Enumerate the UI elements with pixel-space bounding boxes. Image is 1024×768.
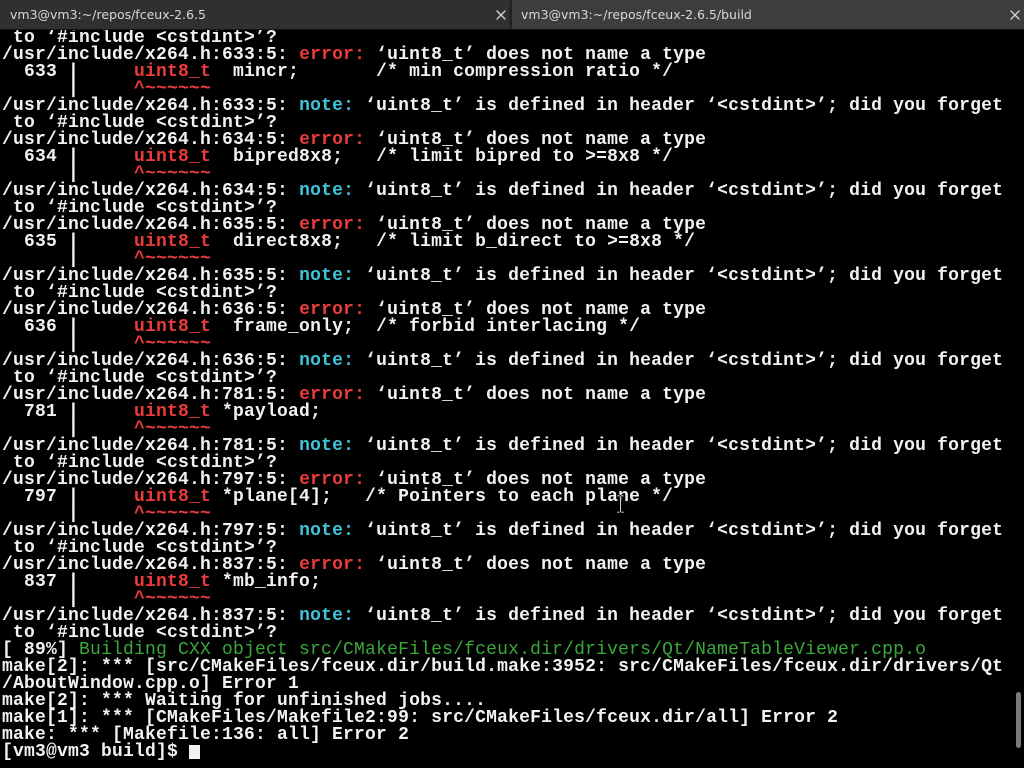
output-text: ‘uint8_t’ is defined in header ‘<cstdint…	[354, 96, 1004, 116]
output-text: direct8x8; /* limit b_direct to >=8x8 */	[211, 232, 696, 252]
ibeam-cursor-icon	[616, 494, 625, 514]
output-text: ‘uint8_t’ does not name a type	[365, 555, 707, 575]
scrollbar-thumb[interactable]	[1016, 692, 1021, 748]
output-text: mincr; /* min compression ratio */	[211, 62, 674, 82]
terminal-output: to ‘#include <cstdint>’?/usr/include/x26…	[2, 30, 1003, 761]
note-label: note:	[299, 436, 355, 456]
output-text: bipred8x8; /* limit bipred to >=8x8 */	[211, 147, 674, 167]
note-label: note:	[299, 96, 355, 116]
terminal-scrollback: to ‘#include <cstdint>’?/usr/include/x26…	[2, 30, 1003, 744]
tab-build[interactable]: vm3@vm3:~/repos/fceux-2.6.5/build	[512, 0, 1024, 29]
tab-bar: vm3@vm3:~/repos/fceux-2.6.5 vm3@vm3:~/re…	[0, 0, 1024, 30]
scrollbar[interactable]	[1010, 30, 1024, 768]
tab-title: vm3@vm3:~/repos/fceux-2.6.5/build	[521, 7, 752, 22]
tab-repo[interactable]: vm3@vm3:~/repos/fceux-2.6.5	[0, 0, 511, 29]
output-text: ‘uint8_t’ is defined in header ‘<cstdint…	[354, 436, 1004, 456]
output-text: ‘uint8_t’ is defined in header ‘<cstdint…	[354, 351, 1004, 371]
close-icon[interactable]	[496, 10, 506, 20]
terminal-cursor	[189, 745, 201, 759]
shell-prompt: [vm3@vm3 build]$	[2, 742, 190, 762]
output-text: ‘uint8_t’ is defined in header ‘<cstdint…	[354, 181, 1004, 201]
close-icon[interactable]	[1010, 10, 1020, 20]
output-text: ‘uint8_t’ does not name a type	[365, 385, 707, 405]
output-text: *mb_info;	[211, 572, 322, 592]
output-text: ‘uint8_t’ is defined in header ‘<cstdint…	[354, 266, 1004, 286]
output-text: ‘uint8_t’ is defined in header ‘<cstdint…	[354, 606, 1004, 626]
note-label: note:	[299, 181, 355, 201]
note-label: note:	[299, 606, 355, 626]
output-text: ‘uint8_t’ is defined in header ‘<cstdint…	[354, 521, 1004, 541]
output-text: *payload;	[211, 402, 322, 422]
output-text: *plane[4]; /* Pointers to each plane */	[211, 487, 674, 507]
terminal-view[interactable]: to ‘#include <cstdint>’?/usr/include/x26…	[0, 30, 1010, 768]
note-label: note:	[299, 521, 355, 541]
tab-title: vm3@vm3:~/repos/fceux-2.6.5	[10, 7, 206, 22]
prompt-line: [vm3@vm3 build]$	[2, 742, 1003, 762]
note-label: note:	[299, 351, 355, 371]
terminal-window: vm3@vm3:~/repos/fceux-2.6.5 vm3@vm3:~/re…	[0, 0, 1024, 768]
note-label: note:	[299, 266, 355, 286]
output-text: frame_only; /* forbid interlacing */	[211, 317, 641, 337]
